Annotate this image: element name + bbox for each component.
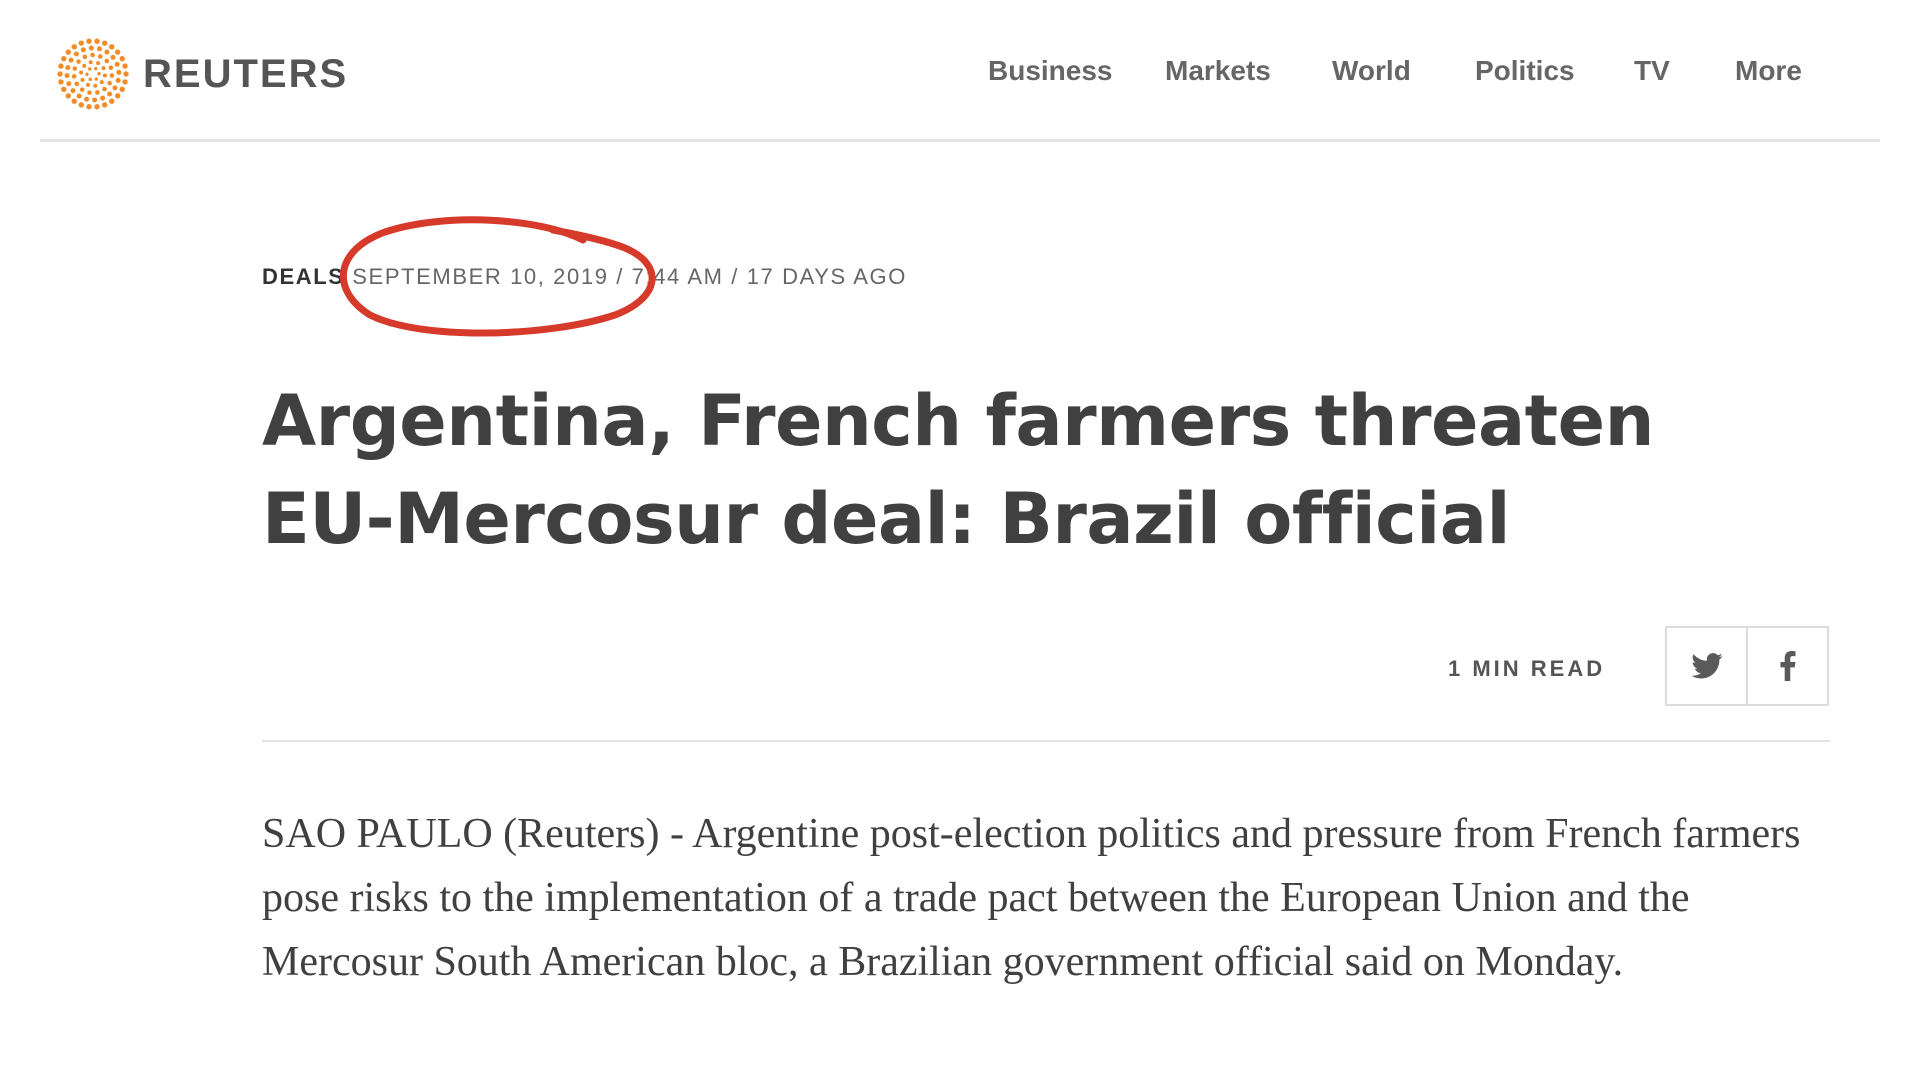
nav-item-tv[interactable]: TV bbox=[1634, 55, 1670, 87]
nav-item-markets[interactable]: Markets bbox=[1165, 55, 1271, 87]
article-body: SAO PAULO (Reuters) - Argentine post-ele… bbox=[262, 811, 1801, 985]
reuters-logo[interactable]: REUTERS bbox=[57, 38, 348, 110]
nav-item-world[interactable]: World bbox=[1332, 55, 1411, 87]
share-buttons bbox=[1665, 626, 1829, 706]
site-header: REUTERS Business Markets World Politics … bbox=[40, 0, 1880, 142]
reuters-dot-ring-icon bbox=[57, 38, 129, 110]
nav-item-business[interactable]: Business bbox=[988, 55, 1113, 87]
content-divider bbox=[262, 740, 1830, 742]
read-time: 1 MIN READ bbox=[1448, 656, 1606, 681]
facebook-icon bbox=[1780, 651, 1795, 681]
red-circle-annotation bbox=[339, 216, 656, 337]
twitter-icon bbox=[1690, 653, 1723, 679]
facebook-share-button[interactable] bbox=[1746, 628, 1827, 704]
nav-item-more[interactable]: More bbox=[1735, 55, 1802, 87]
nav-item-politics[interactable]: Politics bbox=[1475, 55, 1575, 87]
twitter-share-button[interactable] bbox=[1667, 628, 1746, 704]
article-headline: Argentina, French farmers threaten EU-Me… bbox=[262, 380, 1654, 560]
logo-wordmark: REUTERS bbox=[143, 51, 349, 96]
